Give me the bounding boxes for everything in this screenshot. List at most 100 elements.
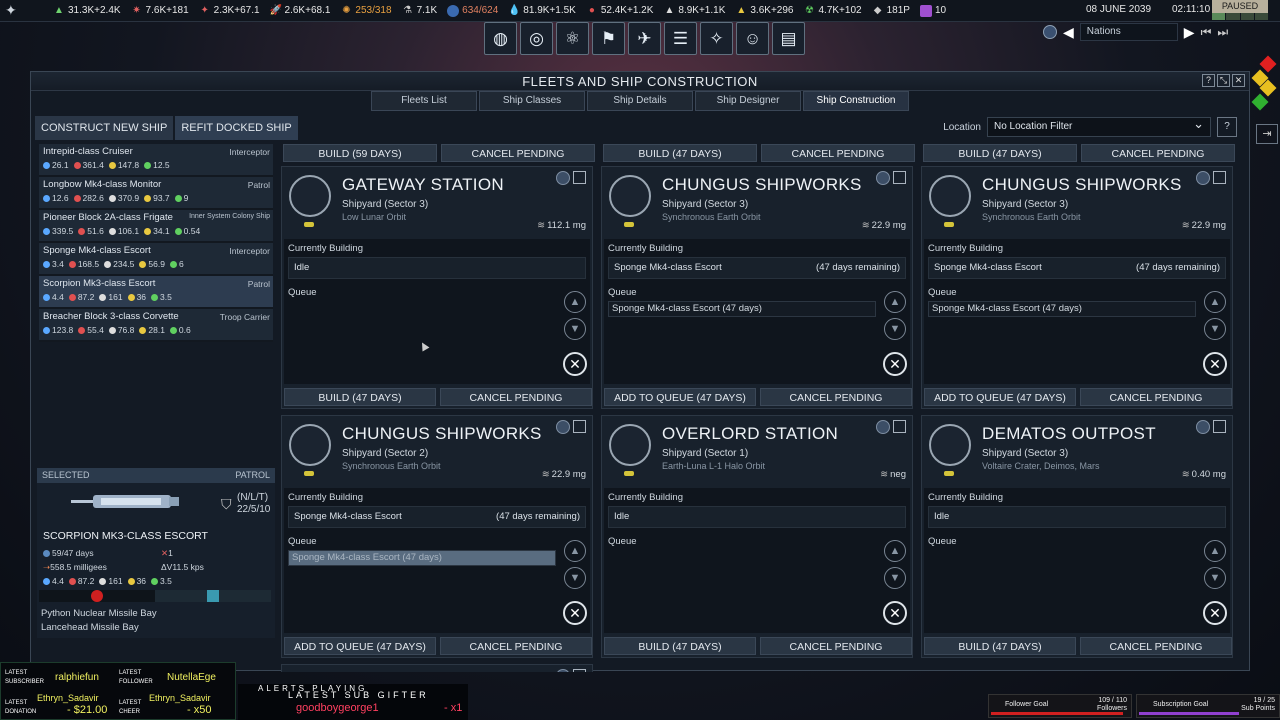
build-button[interactable]: BUILD (47 DAYS) [923, 144, 1077, 162]
build-button[interactable]: ADD TO QUEUE (47 DAYS) [284, 637, 436, 655]
globe-icon[interactable] [1196, 171, 1210, 185]
remove-icon[interactable]: ✕ [563, 601, 587, 625]
next-arrow-icon[interactable]: ▶ [1184, 24, 1195, 41]
globe-icon[interactable]: ◍ [484, 22, 517, 55]
cancel-pending-button[interactable]: CANCEL PENDING [761, 144, 915, 162]
build-button[interactable]: ADD TO QUEUE (47 DAYS) [924, 388, 1076, 406]
resource-antimatter[interactable]: ◆ 181P [867, 0, 915, 22]
globe-icon[interactable] [1196, 420, 1210, 434]
resource-research[interactable]: ⚗ 7.1K [397, 0, 443, 22]
resource-influence[interactable]: ✷ 7.6K+181 [126, 0, 194, 22]
help-icon[interactable]: ? [1202, 74, 1215, 87]
move-up-icon[interactable]: ▲ [564, 291, 586, 313]
lightbulb-icon[interactable]: ✧ [700, 22, 733, 55]
checkbox[interactable] [573, 420, 586, 433]
queue-item[interactable]: Sponge Mk4-class Escort (47 days) [608, 301, 876, 317]
resource-exotics[interactable]: 10 [915, 0, 951, 22]
checkbox[interactable] [573, 669, 586, 672]
resource-mc[interactable]: ✺ 253/318 [335, 0, 396, 22]
remove-icon[interactable]: ✕ [563, 352, 587, 376]
globe-icon[interactable] [556, 171, 570, 185]
build-button[interactable]: BUILD (47 DAYS) [924, 637, 1076, 655]
list-item[interactable]: Longbow Mk4-class Monitor Patrol 12.6 282… [39, 177, 273, 210]
cancel-pending-button[interactable]: CANCEL PENDING [440, 637, 592, 655]
resource-hab[interactable]: 634/624 [442, 0, 503, 22]
build-button[interactable]: BUILD (47 DAYS) [603, 144, 757, 162]
list-item[interactable]: Breacher Block 3-class Corvette Troop Ca… [39, 309, 273, 342]
checkbox[interactable] [1213, 420, 1226, 433]
cancel-pending-button[interactable]: CANCEL PENDING [760, 637, 912, 655]
tab-ship-designer[interactable]: Ship Designer [695, 91, 801, 111]
resource-fissiles[interactable]: ☢ 4.7K+102 [798, 0, 866, 22]
move-down-icon[interactable]: ▼ [884, 318, 906, 340]
head-icon[interactable]: ☺ [736, 22, 769, 55]
step-forward-icon[interactable]: ⏭ [1217, 25, 1228, 40]
globe-icon[interactable] [876, 171, 890, 185]
build-button[interactable]: ADD TO QUEUE (47 DAYS) [604, 388, 756, 406]
move-up-icon[interactable]: ▲ [884, 291, 906, 313]
speed-indicator[interactable] [1212, 13, 1268, 20]
build-button[interactable]: BUILD (47 DAYS) [284, 388, 436, 406]
checkbox[interactable] [1213, 171, 1226, 184]
location-dropdown[interactable]: No Location Filter [987, 115, 1211, 137]
checkbox[interactable] [573, 171, 586, 184]
resource-water[interactable]: 💧 81.9K+1.5K [503, 0, 581, 22]
resource-volatiles[interactable]: ● 52.4K+1.2K [581, 0, 659, 22]
move-down-icon[interactable]: ▼ [564, 567, 586, 589]
fleet-icon[interactable]: ✈ [628, 22, 661, 55]
resource-noble[interactable]: ▲ 3.6K+296 [730, 0, 798, 22]
move-down-icon[interactable]: ▼ [564, 318, 586, 340]
tab-construct-new-ship[interactable]: CONSTRUCT NEW SHIP [35, 116, 174, 140]
resource-boost[interactable]: 🚀 2.6K+68.1 [265, 0, 336, 22]
target-icon[interactable]: ◎ [520, 22, 553, 55]
list-item[interactable]: Pioneer Block 2A-class Frigate Inner Sys… [39, 210, 273, 243]
tab-ship-details[interactable]: Ship Details [587, 91, 693, 111]
doc-icon[interactable]: ▤ [772, 22, 805, 55]
paused-badge[interactable]: PAUSED [1212, 0, 1268, 13]
tab-fleets-list[interactable]: Fleets List [371, 91, 477, 111]
cancel-pending-button[interactable]: CANCEL PENDING [760, 388, 912, 406]
move-down-icon[interactable]: ▼ [1204, 567, 1226, 589]
prev-arrow-icon[interactable]: ◀ [1063, 24, 1074, 41]
remove-icon[interactable]: ✕ [883, 352, 907, 376]
remove-icon[interactable]: ✕ [883, 601, 907, 625]
faction-emblem-icon[interactable]: ✦ [0, 0, 48, 22]
tab-ship-classes[interactable]: Ship Classes [479, 91, 585, 111]
remove-icon[interactable]: ✕ [1203, 352, 1227, 376]
cancel-pending-button[interactable]: CANCEL PENDING [1080, 388, 1232, 406]
globe-small-icon[interactable] [1043, 25, 1057, 39]
network-icon[interactable]: ⚛ [556, 22, 589, 55]
remove-icon[interactable]: ✕ [1203, 601, 1227, 625]
list-item[interactable]: Sponge Mk4-class Escort Interceptor 3.4 1… [39, 243, 273, 276]
resource-metals[interactable]: ▲ 8.9K+1.1K [658, 0, 730, 22]
tab-refit-docked-ship[interactable]: REFIT DOCKED SHIP [175, 116, 298, 140]
queue-item[interactable]: Sponge Mk4-class Escort (47 days) [288, 550, 556, 566]
panel-toggle-icon[interactable]: ⇥ [1256, 124, 1278, 144]
queue-item[interactable]: Sponge Mk4-class Escort (47 days) [928, 301, 1196, 317]
move-up-icon[interactable]: ▲ [564, 540, 586, 562]
move-down-icon[interactable]: ▼ [1204, 318, 1226, 340]
checkbox[interactable] [893, 420, 906, 433]
resource-ops[interactable]: ✦ 2.3K+67.1 [194, 0, 265, 22]
tab-ship-construction[interactable]: Ship Construction [803, 91, 909, 111]
checkbox[interactable] [893, 171, 906, 184]
build-button[interactable]: BUILD (59 DAYS) [283, 144, 437, 162]
move-up-icon[interactable]: ▲ [1204, 540, 1226, 562]
cancel-pending-button[interactable]: CANCEL PENDING [440, 388, 592, 406]
globe-icon[interactable] [876, 420, 890, 434]
close-icon[interactable]: ✕ [1232, 74, 1245, 87]
build-button[interactable]: BUILD (47 DAYS) [604, 637, 756, 655]
move-up-icon[interactable]: ▲ [884, 540, 906, 562]
move-up-icon[interactable]: ▲ [1204, 291, 1226, 313]
globe-icon[interactable] [556, 420, 570, 434]
list-item[interactable]: Scorpion Mk3-class Escort Patrol 4.4 87.2… [39, 276, 273, 309]
cancel-pending-button[interactable]: CANCEL PENDING [441, 144, 595, 162]
cancel-pending-button[interactable]: CANCEL PENDING [1080, 637, 1232, 655]
minimize-icon[interactable]: ⤡ [1217, 74, 1230, 87]
sliders-icon[interactable]: ☰ [664, 22, 697, 55]
list-item[interactable]: Intrepid-class Cruiser Interceptor 26.1 3… [39, 144, 273, 177]
flag-icon[interactable]: ⚑ [592, 22, 625, 55]
help-icon[interactable]: ? [1217, 117, 1237, 137]
nations-dropdown[interactable]: Nations [1079, 23, 1178, 41]
move-down-icon[interactable]: ▼ [884, 567, 906, 589]
